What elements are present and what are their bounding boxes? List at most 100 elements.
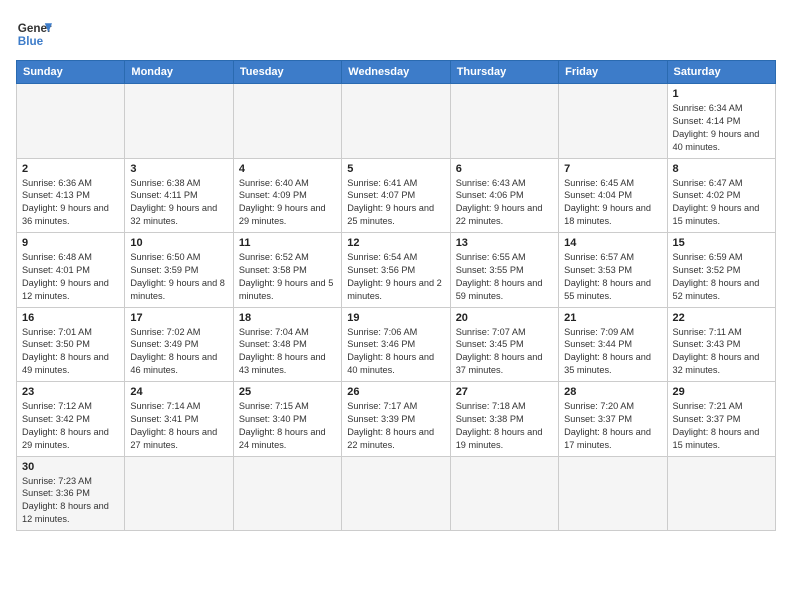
day-info: Sunrise: 6:34 AM Sunset: 4:14 PM Dayligh… (673, 102, 770, 154)
day-number: 30 (22, 461, 119, 473)
day-info: Sunrise: 7:07 AM Sunset: 3:45 PM Dayligh… (456, 326, 553, 378)
calendar-cell: 30 Sunrise: 7:23 AM Sunset: 3:36 PM Dayli… (17, 456, 125, 531)
calendar-cell: 1 Sunrise: 6:34 AM Sunset: 4:14 PM Daylig… (667, 84, 775, 159)
calendar-cell: 8 Sunrise: 6:47 AM Sunset: 4:02 PM Daylig… (667, 158, 775, 233)
day-info: Sunrise: 7:18 AM Sunset: 3:38 PM Dayligh… (456, 400, 553, 452)
day-number: 21 (564, 312, 661, 324)
calendar-cell (559, 84, 667, 159)
weekday-header-sunday: Sunday (17, 61, 125, 84)
day-info: Sunrise: 6:45 AM Sunset: 4:04 PM Dayligh… (564, 177, 661, 229)
day-number: 9 (22, 237, 119, 249)
day-info: Sunrise: 7:23 AM Sunset: 3:36 PM Dayligh… (22, 475, 119, 527)
calendar-cell: 22 Sunrise: 7:11 AM Sunset: 3:43 PM Dayli… (667, 307, 775, 382)
calendar-cell (667, 456, 775, 531)
day-info: Sunrise: 6:57 AM Sunset: 3:53 PM Dayligh… (564, 251, 661, 303)
calendar-cell: 28Sunrise: 7:20 AM Sunset: 3:37 PM Dayli… (559, 382, 667, 457)
day-info: Sunrise: 7:21 AM Sunset: 3:37 PM Dayligh… (673, 400, 770, 452)
calendar-cell (450, 456, 558, 531)
weekday-header-row: SundayMondayTuesdayWednesdayThursdayFrid… (17, 61, 776, 84)
calendar-week-row: 23 Sunrise: 7:12 AM Sunset: 3:42 PM Dayli… (17, 382, 776, 457)
day-info: Sunrise: 7:17 AM Sunset: 3:39 PM Dayligh… (347, 400, 444, 452)
day-info: Sunrise: 6:59 AM Sunset: 3:52 PM Dayligh… (673, 251, 770, 303)
svg-text:Blue: Blue (18, 35, 44, 48)
day-number: 13 (456, 237, 553, 249)
day-number: 23 (22, 386, 119, 398)
calendar-cell: 5Sunrise: 6:41 AM Sunset: 4:07 PM Daylig… (342, 158, 450, 233)
day-info: Sunrise: 7:11 AM Sunset: 3:43 PM Dayligh… (673, 326, 770, 378)
day-info: Sunrise: 7:12 AM Sunset: 3:42 PM Dayligh… (22, 400, 119, 452)
calendar-cell: 25 Sunrise: 7:15 AM Sunset: 3:40 PM Dayli… (233, 382, 341, 457)
day-info: Sunrise: 7:01 AM Sunset: 3:50 PM Dayligh… (22, 326, 119, 378)
day-number: 24 (130, 386, 227, 398)
day-number: 28 (564, 386, 661, 398)
day-number: 7 (564, 163, 661, 175)
calendar-cell: 2 Sunrise: 6:36 AM Sunset: 4:13 PM Daylig… (17, 158, 125, 233)
calendar-week-row: 16 Sunrise: 7:01 AM Sunset: 3:50 PM Dayli… (17, 307, 776, 382)
day-number: 25 (239, 386, 336, 398)
weekday-header-thursday: Thursday (450, 61, 558, 84)
weekday-header-wednesday: Wednesday (342, 61, 450, 84)
calendar-cell: 3Sunrise: 6:38 AM Sunset: 4:11 PM Daylig… (125, 158, 233, 233)
day-number: 4 (239, 163, 336, 175)
day-number: 11 (239, 237, 336, 249)
day-info: Sunrise: 7:15 AM Sunset: 3:40 PM Dayligh… (239, 400, 336, 452)
calendar-cell: 15 Sunrise: 6:59 AM Sunset: 3:52 PM Dayli… (667, 233, 775, 308)
calendar-cell (233, 84, 341, 159)
day-number: 18 (239, 312, 336, 324)
weekday-header-saturday: Saturday (667, 61, 775, 84)
calendar-cell: 23 Sunrise: 7:12 AM Sunset: 3:42 PM Dayli… (17, 382, 125, 457)
calendar-week-row: 9 Sunrise: 6:48 AM Sunset: 4:01 PM Daylig… (17, 233, 776, 308)
weekday-header-tuesday: Tuesday (233, 61, 341, 84)
calendar-week-row: 2 Sunrise: 6:36 AM Sunset: 4:13 PM Daylig… (17, 158, 776, 233)
day-info: Sunrise: 6:40 AM Sunset: 4:09 PM Dayligh… (239, 177, 336, 229)
day-number: 1 (673, 88, 770, 100)
day-info: Sunrise: 6:48 AM Sunset: 4:01 PM Dayligh… (22, 251, 119, 303)
calendar-cell (342, 456, 450, 531)
day-number: 10 (130, 237, 227, 249)
weekday-header-monday: Monday (125, 61, 233, 84)
calendar-cell (450, 84, 558, 159)
calendar-cell: 11Sunrise: 6:52 AM Sunset: 3:58 PM Dayli… (233, 233, 341, 308)
day-info: Sunrise: 7:14 AM Sunset: 3:41 PM Dayligh… (130, 400, 227, 452)
day-info: Sunrise: 7:02 AM Sunset: 3:49 PM Dayligh… (130, 326, 227, 378)
calendar-week-row: 30 Sunrise: 7:23 AM Sunset: 3:36 PM Dayli… (17, 456, 776, 531)
calendar-cell: 27Sunrise: 7:18 AM Sunset: 3:38 PM Dayli… (450, 382, 558, 457)
day-info: Sunrise: 7:09 AM Sunset: 3:44 PM Dayligh… (564, 326, 661, 378)
calendar-cell (233, 456, 341, 531)
day-number: 8 (673, 163, 770, 175)
day-number: 16 (22, 312, 119, 324)
day-info: Sunrise: 6:54 AM Sunset: 3:56 PM Dayligh… (347, 251, 444, 303)
day-info: Sunrise: 7:04 AM Sunset: 3:48 PM Dayligh… (239, 326, 336, 378)
day-number: 12 (347, 237, 444, 249)
day-number: 22 (673, 312, 770, 324)
calendar-cell: 4 Sunrise: 6:40 AM Sunset: 4:09 PM Daylig… (233, 158, 341, 233)
calendar-cell: 6Sunrise: 6:43 AM Sunset: 4:06 PM Daylig… (450, 158, 558, 233)
calendar-cell: 24 Sunrise: 7:14 AM Sunset: 3:41 PM Dayli… (125, 382, 233, 457)
weekday-header-friday: Friday (559, 61, 667, 84)
calendar-cell (17, 84, 125, 159)
calendar-cell: 29Sunrise: 7:21 AM Sunset: 3:37 PM Dayli… (667, 382, 775, 457)
calendar-cell: 21 Sunrise: 7:09 AM Sunset: 3:44 PM Dayli… (559, 307, 667, 382)
day-number: 19 (347, 312, 444, 324)
calendar-week-row: 1 Sunrise: 6:34 AM Sunset: 4:14 PM Daylig… (17, 84, 776, 159)
calendar-cell (125, 84, 233, 159)
day-info: Sunrise: 6:47 AM Sunset: 4:02 PM Dayligh… (673, 177, 770, 229)
calendar-cell: 16 Sunrise: 7:01 AM Sunset: 3:50 PM Dayli… (17, 307, 125, 382)
calendar-cell: 18 Sunrise: 7:04 AM Sunset: 3:48 PM Dayli… (233, 307, 341, 382)
day-info: Sunrise: 6:55 AM Sunset: 3:55 PM Dayligh… (456, 251, 553, 303)
day-number: 26 (347, 386, 444, 398)
day-number: 15 (673, 237, 770, 249)
day-number: 2 (22, 163, 119, 175)
calendar-cell: 10Sunrise: 6:50 AM Sunset: 3:59 PM Dayli… (125, 233, 233, 308)
header: General Blue (16, 16, 776, 52)
day-info: Sunrise: 6:36 AM Sunset: 4:13 PM Dayligh… (22, 177, 119, 229)
calendar-cell: 13 Sunrise: 6:55 AM Sunset: 3:55 PM Dayli… (450, 233, 558, 308)
generalblue-logo-icon: General Blue (16, 16, 52, 52)
calendar-cell: 26 Sunrise: 7:17 AM Sunset: 3:39 PM Dayli… (342, 382, 450, 457)
calendar-cell: 20Sunrise: 7:07 AM Sunset: 3:45 PM Dayli… (450, 307, 558, 382)
calendar-cell (559, 456, 667, 531)
day-info: Sunrise: 6:38 AM Sunset: 4:11 PM Dayligh… (130, 177, 227, 229)
day-number: 17 (130, 312, 227, 324)
calendar-cell: 17 Sunrise: 7:02 AM Sunset: 3:49 PM Dayli… (125, 307, 233, 382)
calendar-cell: 12 Sunrise: 6:54 AM Sunset: 3:56 PM Dayli… (342, 233, 450, 308)
